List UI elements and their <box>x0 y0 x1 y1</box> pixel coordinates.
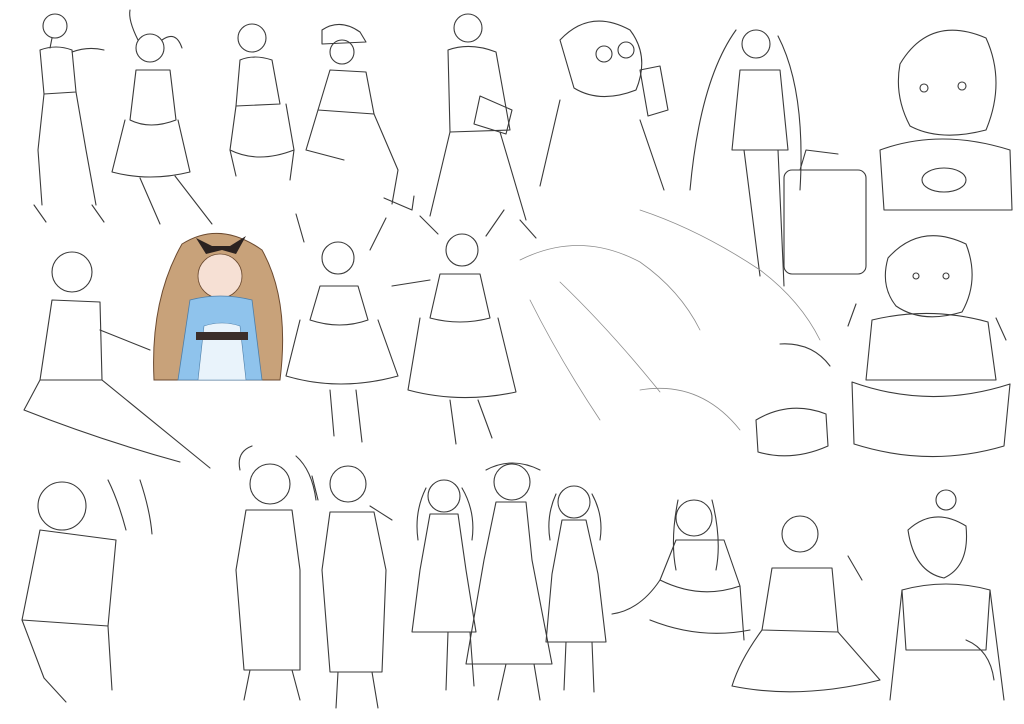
figure-group-three-girls <box>411 462 607 701</box>
figure-arms-raised-skirt <box>111 9 213 225</box>
figure-long-hair-suitcase <box>689 29 867 287</box>
figure-crouching-back-view <box>21 479 153 703</box>
figure-cap-crouching <box>305 23 415 211</box>
figure-shoe-study <box>755 343 831 457</box>
colored-figure-blonde-blue-dress <box>153 232 284 381</box>
pose-sketches-canvas <box>21 9 1013 709</box>
figure-sitting-ribbon <box>611 499 751 641</box>
sketch-sheet <box>0 0 1024 724</box>
figure-frilly-top-bob <box>847 235 1011 458</box>
figure-standing-stretch-1 <box>33 13 105 223</box>
figure-hand-on-face-torso <box>229 23 295 181</box>
figure-bob-hair-cup <box>879 29 1013 211</box>
figure-apron-laughing <box>235 445 317 701</box>
figure-kneeling-jacket <box>731 515 881 693</box>
figure-bun-hair-standing <box>889 489 1005 701</box>
sketch-rough-arms-study <box>519 209 821 431</box>
figure-hand-on-chest-bag <box>419 13 537 239</box>
figure-glasses-bottle <box>539 20 669 191</box>
figure-reaching-layered-skirt <box>391 209 517 445</box>
figure-arms-raised-ruffle-dress <box>285 213 399 443</box>
figure-apron-peace-sign <box>311 465 393 709</box>
